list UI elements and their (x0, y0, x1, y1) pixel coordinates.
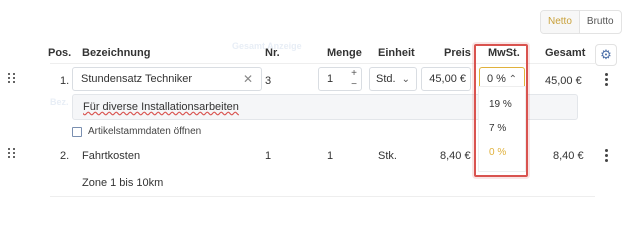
artikelstamm-link-label: Artikelstammdaten öffnen (88, 126, 202, 137)
header-einheit: Einheit (378, 47, 415, 59)
header-preis: Preis (444, 47, 471, 59)
header-nr: Nr. (265, 47, 280, 59)
header-pos: Pos. (48, 47, 72, 59)
header-gesamt: Gesamt (545, 47, 586, 59)
artikelstamm-link[interactable]: Artikelstammdaten öffnen (72, 126, 201, 137)
stepper-buttons[interactable]: + − (349, 68, 359, 90)
row-2-einheit: Stk. (378, 150, 397, 162)
row-1-bezeichnung-value: Stundensatz Techniker (81, 73, 193, 85)
chevron-down-icon: ⌄ (401, 73, 410, 85)
row-1-einheit-value: Std. (376, 73, 396, 85)
row-1-nr: 3 (265, 75, 272, 87)
row-1-menge-value: 1 (327, 73, 334, 85)
row-1-einheit-select[interactable]: Std. ⌄ (369, 67, 417, 91)
row-1-menge-stepper[interactable]: 1 + − (318, 67, 362, 91)
brutto-option[interactable]: Brutto (580, 11, 621, 33)
row-2-pos: 2. (60, 150, 70, 162)
row-2-nr: 1 (265, 150, 272, 162)
drag-handle-row-2[interactable] (8, 148, 16, 158)
clear-icon[interactable]: ✕ (243, 72, 253, 86)
header-bezeichnung: Bezeichnung (82, 47, 151, 59)
row-1-bezeichnung-input[interactable]: Stundensatz Techniker ✕ (72, 67, 262, 91)
header-menge: Menge (327, 47, 362, 59)
external-link-icon (72, 126, 82, 137)
ghost-row-text: Bez. (50, 97, 69, 107)
row-2-bezeichnung: Fahrtkosten (82, 150, 141, 162)
row-1-beschreibung-value: Für diverse Installationsarbeiten (83, 101, 239, 113)
row-1-preis-input[interactable]: 45,00 € (421, 67, 471, 91)
row-2-gesamt: 8,40 € (553, 150, 584, 162)
gear-icon: ⚙ (600, 47, 612, 62)
row-1-menu-button[interactable] (604, 73, 608, 86)
row-2-preis: 8,40 € (440, 150, 471, 162)
row-1-pos: 1. (60, 75, 70, 87)
netto-option[interactable]: Netto (541, 11, 580, 33)
row-2-beschreibung: Zone 1 bis 10km (82, 177, 164, 189)
row-1-preis-value: 45,00 € (429, 73, 466, 85)
row-2-menu-button[interactable] (604, 149, 608, 162)
mwst-highlight-frame (474, 44, 528, 177)
column-settings-button[interactable]: ⚙ (595, 44, 617, 66)
row-2-menge: 1 (327, 150, 334, 162)
row-divider (50, 196, 595, 197)
drag-handle-row-1[interactable] (8, 73, 16, 83)
netto-brutto-toggle: Netto Brutto (540, 10, 622, 34)
row-1-gesamt: 45,00 € (545, 75, 582, 87)
